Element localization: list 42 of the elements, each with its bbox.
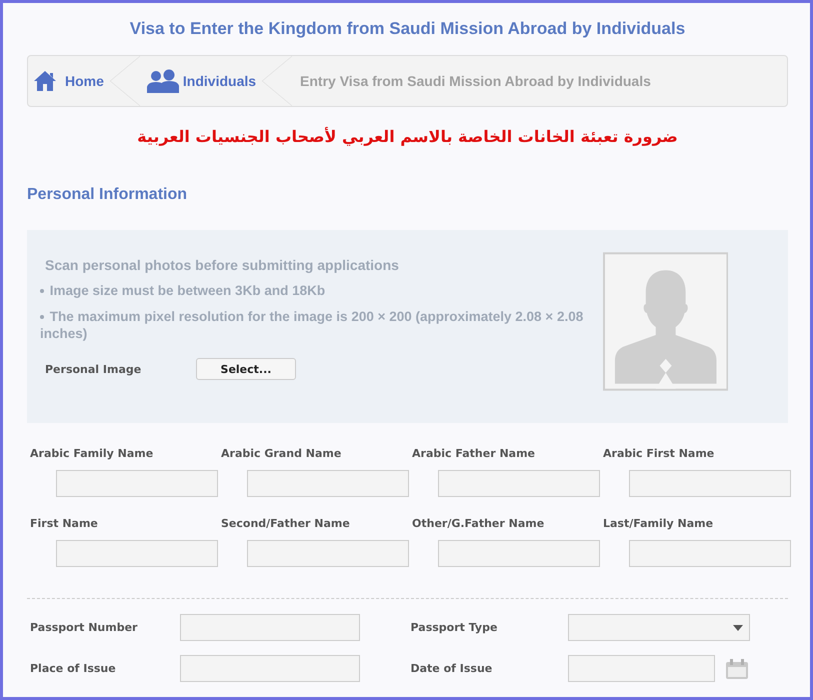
input-field[interactable] [629,540,791,567]
field-label: Arabic Father Name [412,447,536,460]
dropdown-field[interactable] [568,614,750,641]
panel-heading: Scan personal photos before submitting applications [45,257,400,273]
select-button[interactable]: Select... [196,358,296,380]
input-field[interactable] [247,470,409,497]
field-label: Date of Issue [410,662,494,675]
input-field[interactable] [629,470,791,497]
people-icon [146,69,180,93]
input-field[interactable] [56,540,218,567]
input-field[interactable] [180,655,360,682]
page-title: Visa to Enter the Kingdom from Saudi Mission Abroad by Individuals [128,19,686,39]
home-icon [33,70,57,92]
notice-text: ضرورة تعبئة الخانات الخاصة بالاسم العربي لأصحاب الجنسيات العربية [136,127,679,146]
field-label: Arabic Family Name [30,447,154,460]
date-field[interactable] [568,655,714,682]
field-label: Personal Image [45,362,142,376]
input-field[interactable] [438,470,600,497]
bullet-icon [40,315,44,320]
input-field[interactable] [247,540,409,567]
field-label: Second/Father Name [221,517,351,530]
field-label: Passport Number [30,621,138,634]
field-label: Last/Family Name [603,517,714,530]
caret-icon [732,624,742,630]
field-label: Other/G.Father Name [412,517,546,530]
breadcrumb-current: Entry Visa from Saudi Mission Abroad by Individuals [299,73,652,89]
input-field[interactable] [438,540,600,567]
input-field[interactable] [56,470,218,497]
bullet-icon [40,289,44,294]
section-title: Personal Information [27,186,188,204]
breadcrumb-link[interactable]: Home [28,70,110,92]
avatar-placeholder-icon [602,252,728,391]
calendar-icon[interactable] [724,658,748,680]
bullet-text: The maximum pixel resolution for the image is 200 × 200 (approximately 2.08 × 2.08 inches) [40,308,584,342]
breadcrumb-link[interactable]: Individuals [140,69,262,93]
bullet-text: Image size must be between 3Kb and 18Kb [40,282,603,299]
field-label: Arabic First Name [603,447,716,460]
field-label: Place of Issue [30,662,117,675]
field-label: First Name [30,517,99,530]
field-label: Passport Type [410,621,498,634]
input-field[interactable] [180,614,360,641]
field-label: Arabic Grand Name [221,447,342,460]
